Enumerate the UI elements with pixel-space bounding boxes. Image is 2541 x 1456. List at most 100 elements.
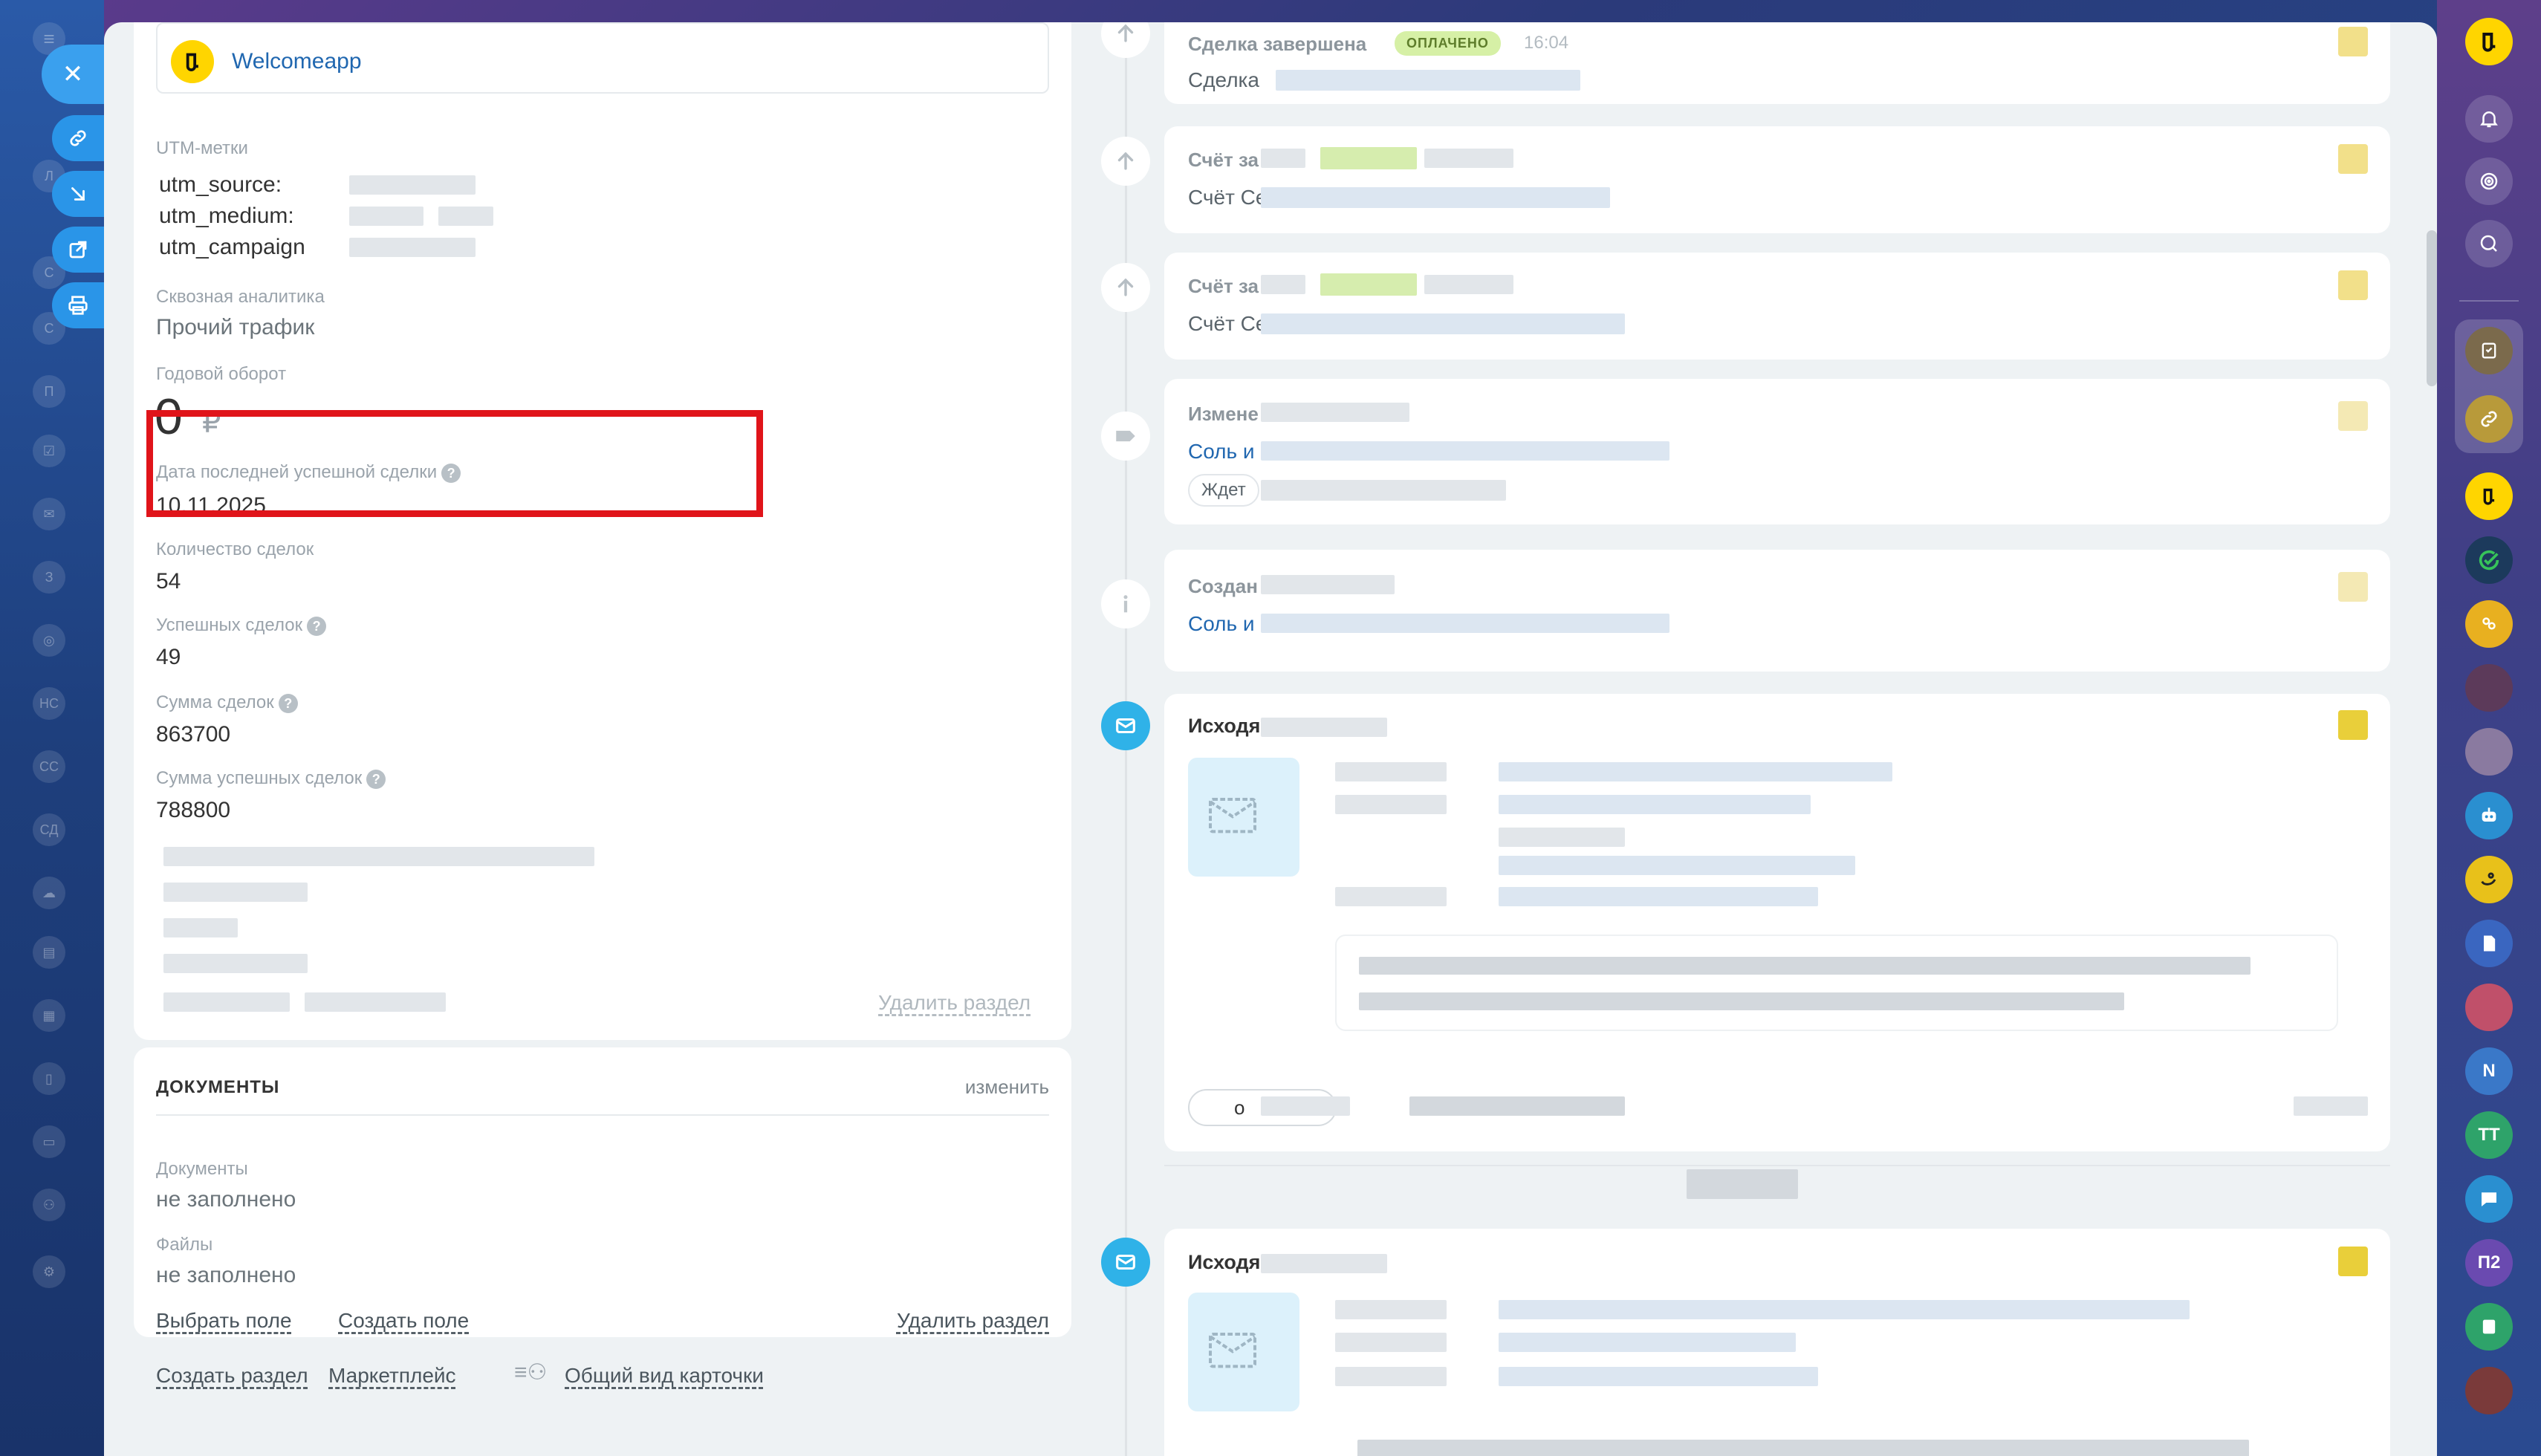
blurred-text: [1499, 795, 1811, 814]
calendar-icon: ▦: [33, 999, 65, 1032]
blurred-badge: [1320, 147, 1417, 169]
crm-card-slider: Welcomeapp UTM-метки utm_source: utm_med…: [104, 22, 2437, 1456]
create-field-link[interactable]: Создать поле: [338, 1309, 469, 1333]
timeline-event-outgoing-email: Исходя о: [1164, 694, 2390, 1151]
event-link[interactable]: Соль и: [1188, 440, 1255, 464]
timeline-event-invoice: Счёт за Счёт Ce: [1164, 253, 2390, 360]
timeline-dot: [1101, 579, 1150, 628]
event-text: Сделка: [1188, 68, 1259, 91]
event-text: Счёт Ce: [1188, 186, 1268, 209]
chat-n[interactable]: N: [2465, 1047, 2513, 1095]
blurred-text: [1409, 1096, 1625, 1116]
bot-icon[interactable]: [2465, 792, 2513, 839]
external-link-icon: [69, 241, 87, 259]
minimize-button[interactable]: [52, 171, 104, 217]
utm-source-label: utm_source:: [159, 172, 282, 197]
help-icon[interactable]: ?: [307, 616, 327, 636]
avatar-icon[interactable]: [2465, 664, 2513, 712]
pinned-chat-icon[interactable]: [2465, 327, 2513, 374]
analytics-value: Прочий трафик: [156, 315, 315, 339]
help-icon[interactable]: ?: [278, 693, 298, 713]
blurred-text: [1359, 992, 2124, 1010]
avatar-icon[interactable]: [2465, 984, 2513, 1031]
blurred-field: [163, 847, 594, 866]
blurred-link: [1261, 187, 1610, 208]
chat-p2[interactable]: П2: [2465, 1239, 2513, 1287]
avatar-icon: [2338, 27, 2368, 56]
successful-sum-label: Сумма успешных сделок?: [156, 768, 386, 789]
documents-edit-link[interactable]: изменить: [965, 1076, 1049, 1099]
avatar-icon[interactable]: [2465, 1367, 2513, 1414]
blurred-text: [1261, 480, 1506, 501]
people-icon: ⚇: [33, 1189, 65, 1221]
duck-chat-icon[interactable]: [2465, 856, 2513, 903]
create-section-link[interactable]: Создать раздел: [156, 1364, 308, 1388]
document-icon: ▤: [33, 936, 65, 969]
open-new-tab-button[interactable]: [52, 227, 104, 273]
timeline-event-outgoing-email: Исходя: [1164, 1229, 2390, 1456]
event-title: Измене: [1188, 403, 1259, 425]
avatar-icon: [2338, 1247, 2368, 1276]
event-title: Счёт за: [1188, 149, 1259, 171]
timeline-event-created: Создан Соль и: [1164, 550, 2390, 672]
close-button[interactable]: ✕: [42, 45, 104, 104]
check-chat-icon[interactable]: [2465, 536, 2513, 584]
blurred-text: [1335, 1333, 1447, 1352]
envelope-icon: [1209, 1333, 1256, 1368]
group-chat-icon[interactable]: [2465, 600, 2513, 648]
blurred-text: [1357, 1440, 2249, 1456]
blurred-text: [1499, 762, 1892, 781]
blurred-field: [163, 954, 308, 973]
status-badge: ОПЛАЧЕНО: [1395, 31, 1501, 56]
app-logo-icon[interactable]: [2465, 18, 2513, 65]
analytics-label: Сквозная аналитика: [156, 287, 325, 307]
event-time: 16:04: [1524, 33, 1569, 53]
ghost-item: З: [33, 561, 65, 594]
blurred-link: [1261, 441, 1669, 461]
help-icon[interactable]: ?: [366, 769, 386, 789]
delete-section-link[interactable]: Удалить раздел: [878, 991, 1031, 1015]
blurred-link: [1276, 70, 1580, 91]
spreadsheet-chat-icon[interactable]: [2465, 1303, 2513, 1351]
chat-search-icon[interactable]: [2465, 220, 2513, 267]
blurred-text: [1359, 957, 2250, 975]
info-icon: [1123, 595, 1128, 613]
company-chat-icon[interactable]: [2465, 472, 2513, 520]
blurred-text: [1335, 1367, 1447, 1386]
status-chip: Ждет: [1188, 474, 1259, 507]
target-icon[interactable]: [2465, 157, 2513, 205]
card-view-icon: ≡⚇: [514, 1360, 548, 1385]
avatar-icon: [2338, 401, 2368, 431]
printer-icon: [68, 296, 88, 315]
document-chat-icon[interactable]: [2465, 920, 2513, 967]
message-chat-icon[interactable]: [2465, 1175, 2513, 1223]
timeline-event-invoice: Счёт за Счёт Ce: [1164, 126, 2390, 233]
documents-section: ДОКУМЕНТЫ изменить Документы не заполнен…: [134, 1047, 1071, 1337]
timeline-event-change: Измене Соль и Ждет: [1164, 379, 2390, 524]
blurred-text: [1499, 856, 1855, 875]
link-icon: [70, 130, 86, 146]
event-link[interactable]: Соль и: [1188, 612, 1255, 636]
delete-section-link[interactable]: Удалить раздел: [897, 1309, 1049, 1333]
successful-deals-value: 49: [156, 645, 181, 669]
blurred-text: [1261, 575, 1395, 594]
blurred-badge: [1320, 273, 1417, 296]
choose-field-link[interactable]: Выбрать поле: [156, 1309, 292, 1333]
blurred-text: [1499, 828, 1625, 847]
timeline-scrollbar[interactable]: [2427, 230, 2437, 386]
bell-icon[interactable]: [2465, 95, 2513, 143]
card-view-link[interactable]: Общий вид карточки: [565, 1364, 764, 1388]
deal-count-label: Количество сделок: [156, 539, 314, 559]
avatar-icon[interactable]: [2465, 728, 2513, 776]
company-block[interactable]: Welcomeapp: [156, 22, 1049, 94]
chat-tt[interactable]: TT: [2465, 1111, 2513, 1159]
marketplace-link[interactable]: Маркетплейс: [328, 1364, 456, 1388]
company-name-link[interactable]: Welcomeapp: [232, 49, 362, 74]
divider: [156, 1114, 1049, 1116]
divider: [1164, 1165, 2390, 1166]
copy-link-button[interactable]: [52, 115, 104, 161]
blurred-link: [1261, 614, 1669, 633]
files-value: не заполнено: [156, 1263, 296, 1287]
link-chat-icon[interactable]: [2465, 395, 2513, 443]
print-button[interactable]: [52, 282, 104, 328]
